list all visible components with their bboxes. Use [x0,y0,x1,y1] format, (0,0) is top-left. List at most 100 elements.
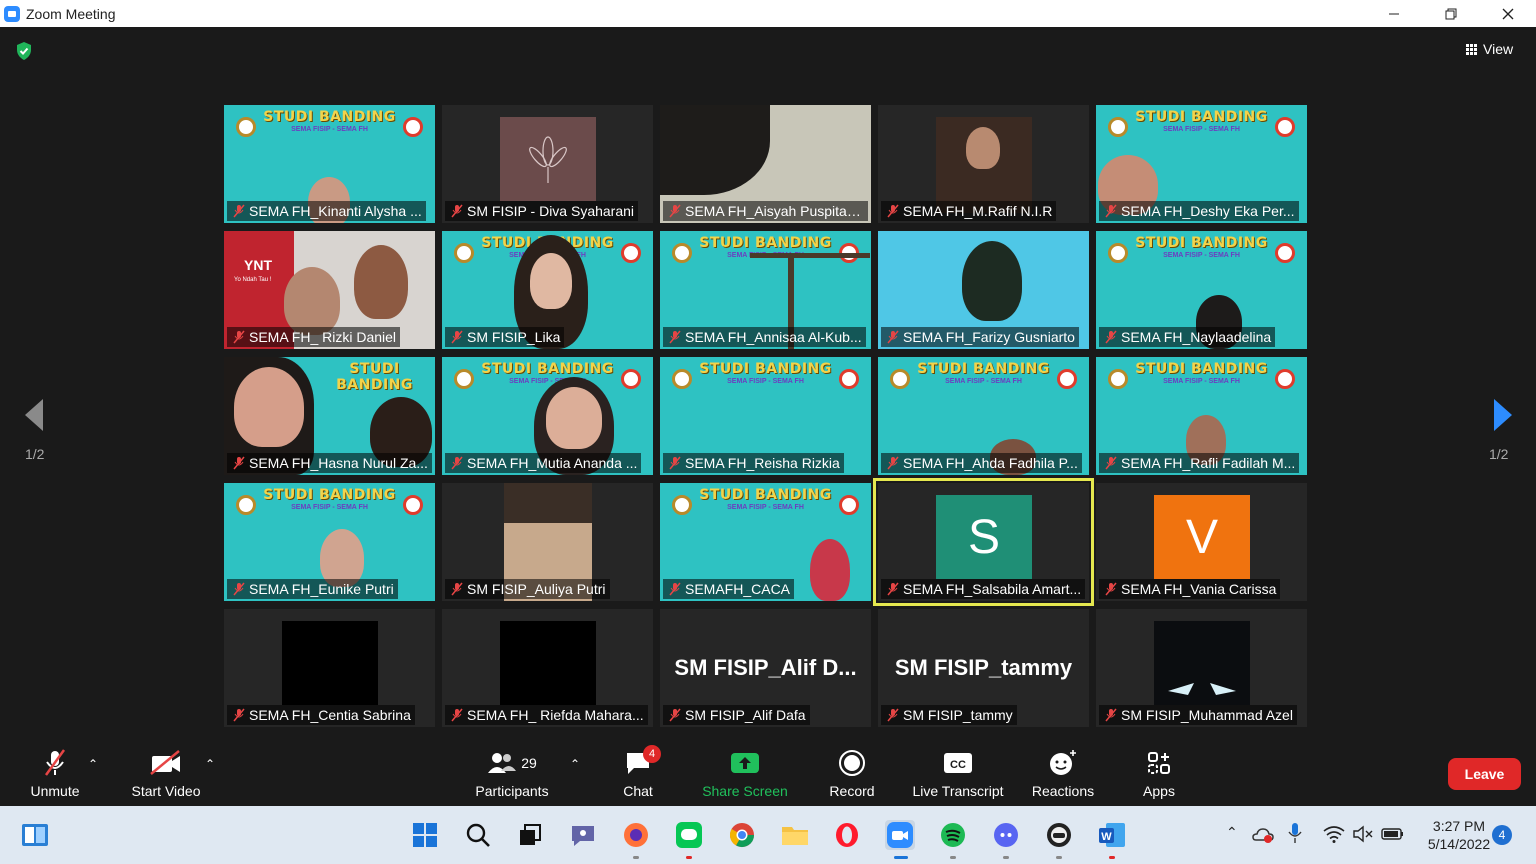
participant-tile[interactable]: STUDI BANDING SEMA FISIP - SEMA FH SEMA … [1096,357,1307,475]
participant-tile[interactable]: STUDI BANDING SEMA FISIP - SEMA FH SEMA … [660,231,871,349]
muted-mic-icon [1105,708,1117,722]
running-indicator [1109,856,1115,859]
participant-face [546,387,602,449]
restore-button[interactable] [1422,0,1479,27]
participant-name-label: SEMA FH_Eunike Putri [227,579,398,599]
active-indicator [894,856,908,859]
participant-tile[interactable]: SM FISIP - Diva Syaharani [442,105,653,223]
chrome-icon[interactable] [727,820,757,850]
participant-tile[interactable]: STUDI BANDING SEMA FISIP - SEMA FH SEMA … [442,357,653,475]
audio-options-caret-icon[interactable]: ⌃ [88,757,98,771]
system-clock[interactable]: 3:27 PM 5/14/2022 [1414,817,1504,853]
participant-tile[interactable]: STUDI BANDING SEMA FISIP - SEMA FH SEMA … [1096,231,1307,349]
share-screen-label: Share Screen [702,783,788,799]
participant-name-label: SEMAFH_CACA [663,579,795,599]
previous-page-arrow-icon[interactable] [24,398,44,432]
video-off-icon [150,750,180,775]
participants-button[interactable]: 29 Participants [472,747,552,799]
battery-charging-icon[interactable] [1381,825,1405,846]
banner-title: STUDI BANDING [1135,235,1268,251]
leave-meeting-button[interactable]: Leave [1448,758,1521,790]
minimize-button[interactable] [1365,0,1422,27]
participant-name-label: SM FISIP_Auliya Putri [445,579,610,599]
banner-title: STUDI BANDING [917,361,1050,377]
record-button[interactable]: Record [824,747,880,799]
participant-tile[interactable]: SEMA FH_M.Rafif N.I.R [878,105,1089,223]
participant-tile[interactable]: STUDI BANDING SEMA FISIP - SEMA FH SEMA … [660,357,871,475]
participant-name-label: SEMA FH_Kinanti Alysha ... [227,201,426,221]
windows-start-icon[interactable] [410,820,440,850]
live-transcript-button[interactable]: CC Live Transcript [908,747,1008,799]
apps-button[interactable]: Apps [1136,747,1182,799]
muted-mic-icon [451,456,463,470]
participant-tile[interactable]: SEMA FH_Aisyah Puspitas... [660,105,871,223]
wifi-icon[interactable] [1323,825,1345,846]
close-button[interactable] [1479,0,1536,27]
participant-tile[interactable]: SEMA FH_Farizy Gusniarto [878,231,1089,349]
reactions-button[interactable]: Reactions [1030,747,1096,799]
share-screen-button[interactable]: Share Screen [700,747,790,799]
discord-icon[interactable] [991,820,1021,850]
participants-count: 29 [521,755,537,771]
profile-picture [500,117,596,201]
participant-tile[interactable]: SM FISIP_tammy SM FISIP_tammy [878,609,1089,727]
microphone-in-use-icon[interactable] [1287,822,1303,847]
running-indicator [686,856,692,859]
teams-chat-icon[interactable] [568,820,598,850]
view-button[interactable]: View [1460,37,1519,61]
participant-tile[interactable]: SM FISIP_Alif D... SM FISIP_Alif Dafa [660,609,871,727]
banner-title: STUDI BANDING [699,487,832,503]
show-hidden-icons-chevron-icon[interactable]: ⌃ [1226,824,1238,841]
participant-tile[interactable]: SEMA FH_ Riefda Mahara... [442,609,653,727]
participant-tile[interactable]: YNT Yo Ndah Tau ! SEMA FH_ Rizki Daniel [224,231,435,349]
speaker-muted-icon[interactable] [1352,825,1374,846]
muted-mic-icon [887,708,899,722]
apps-label: Apps [1143,783,1175,799]
unmute-button[interactable]: Unmute [22,747,88,799]
zoom-taskbar-icon[interactable] [885,820,915,850]
participant-tile[interactable]: STUDI BANDING SEMA FISIP - SEMA FH SEMA … [224,105,435,223]
start-video-button[interactable]: Start Video [126,747,206,799]
muted-mic-icon [669,708,681,722]
task-view-icon[interactable] [515,820,545,850]
participant-tile[interactable]: SM FISIP_Muhammad Azel [1096,609,1307,727]
participant-tile[interactable]: V SEMA FH_Vania Carissa [1096,483,1307,601]
participant-name-label: SEMA FH_Ahda Fadhila P... [881,453,1082,473]
opera-icon[interactable] [832,820,862,850]
game-app-icon[interactable] [1044,820,1074,850]
svg-text:CC: CC [950,759,966,771]
banner-subtitle: SEMA FISIP - SEMA FH [291,126,368,133]
line-app-icon[interactable] [674,820,704,850]
participant-tile[interactable]: SM FISIP_Auliya Putri [442,483,653,601]
spotify-icon[interactable] [938,820,968,850]
participant-tile[interactable]: STUDI BANDING SEMA FISIP - SEMA FH SEMA … [1096,105,1307,223]
participant-tile-active-speaker[interactable]: S SEMA FH_Salsabila Amart... [873,478,1094,606]
word-icon[interactable]: W [1097,820,1127,850]
apps-icon [1148,752,1170,774]
search-icon[interactable] [463,820,493,850]
participant-tile[interactable]: STUDI BANDING SEMA FISIP - SEMA FH SM FI… [442,231,653,349]
participant-display-name: SM FISIP_Alif D... [674,655,857,680]
participant-tile[interactable]: STUDI BANDING SEMA FISIP - SEMA FH SEMA … [878,357,1089,475]
widgets-icon[interactable] [20,820,50,850]
video-options-caret-icon[interactable]: ⌃ [205,757,215,771]
banner-title: STUDI BANDING [699,361,832,377]
participant-tile[interactable]: STUDI BANDING SEMA FISIP - SEMA FH SEMAF… [660,483,871,601]
close-icon [1502,8,1513,19]
smiley-plus-icon [1050,750,1076,775]
flower-icon [529,136,567,183]
participant-tile[interactable]: SEMA FH_Centia Sabrina [224,609,435,727]
firefox-icon[interactable] [621,820,651,850]
participant-tile[interactable]: STUDI BANDING SEMA FH_Hasna Nurul Za... [224,357,435,475]
zoom-app-icon [4,5,20,22]
mask-eyes-icon [1168,683,1236,695]
file-explorer-icon[interactable] [780,820,810,850]
unmute-label: Unmute [30,783,80,799]
notification-count-badge[interactable]: 4 [1492,825,1512,845]
security-shield-icon[interactable] [14,41,34,61]
participant-tile[interactable]: STUDI BANDING SEMA FISIP - SEMA FH SEMA … [224,483,435,601]
muted-mic-icon [887,204,899,218]
onedrive-error-icon[interactable] [1252,826,1274,847]
participants-options-caret-icon[interactable]: ⌃ [570,757,580,771]
next-page-arrow-icon[interactable] [1493,398,1513,432]
